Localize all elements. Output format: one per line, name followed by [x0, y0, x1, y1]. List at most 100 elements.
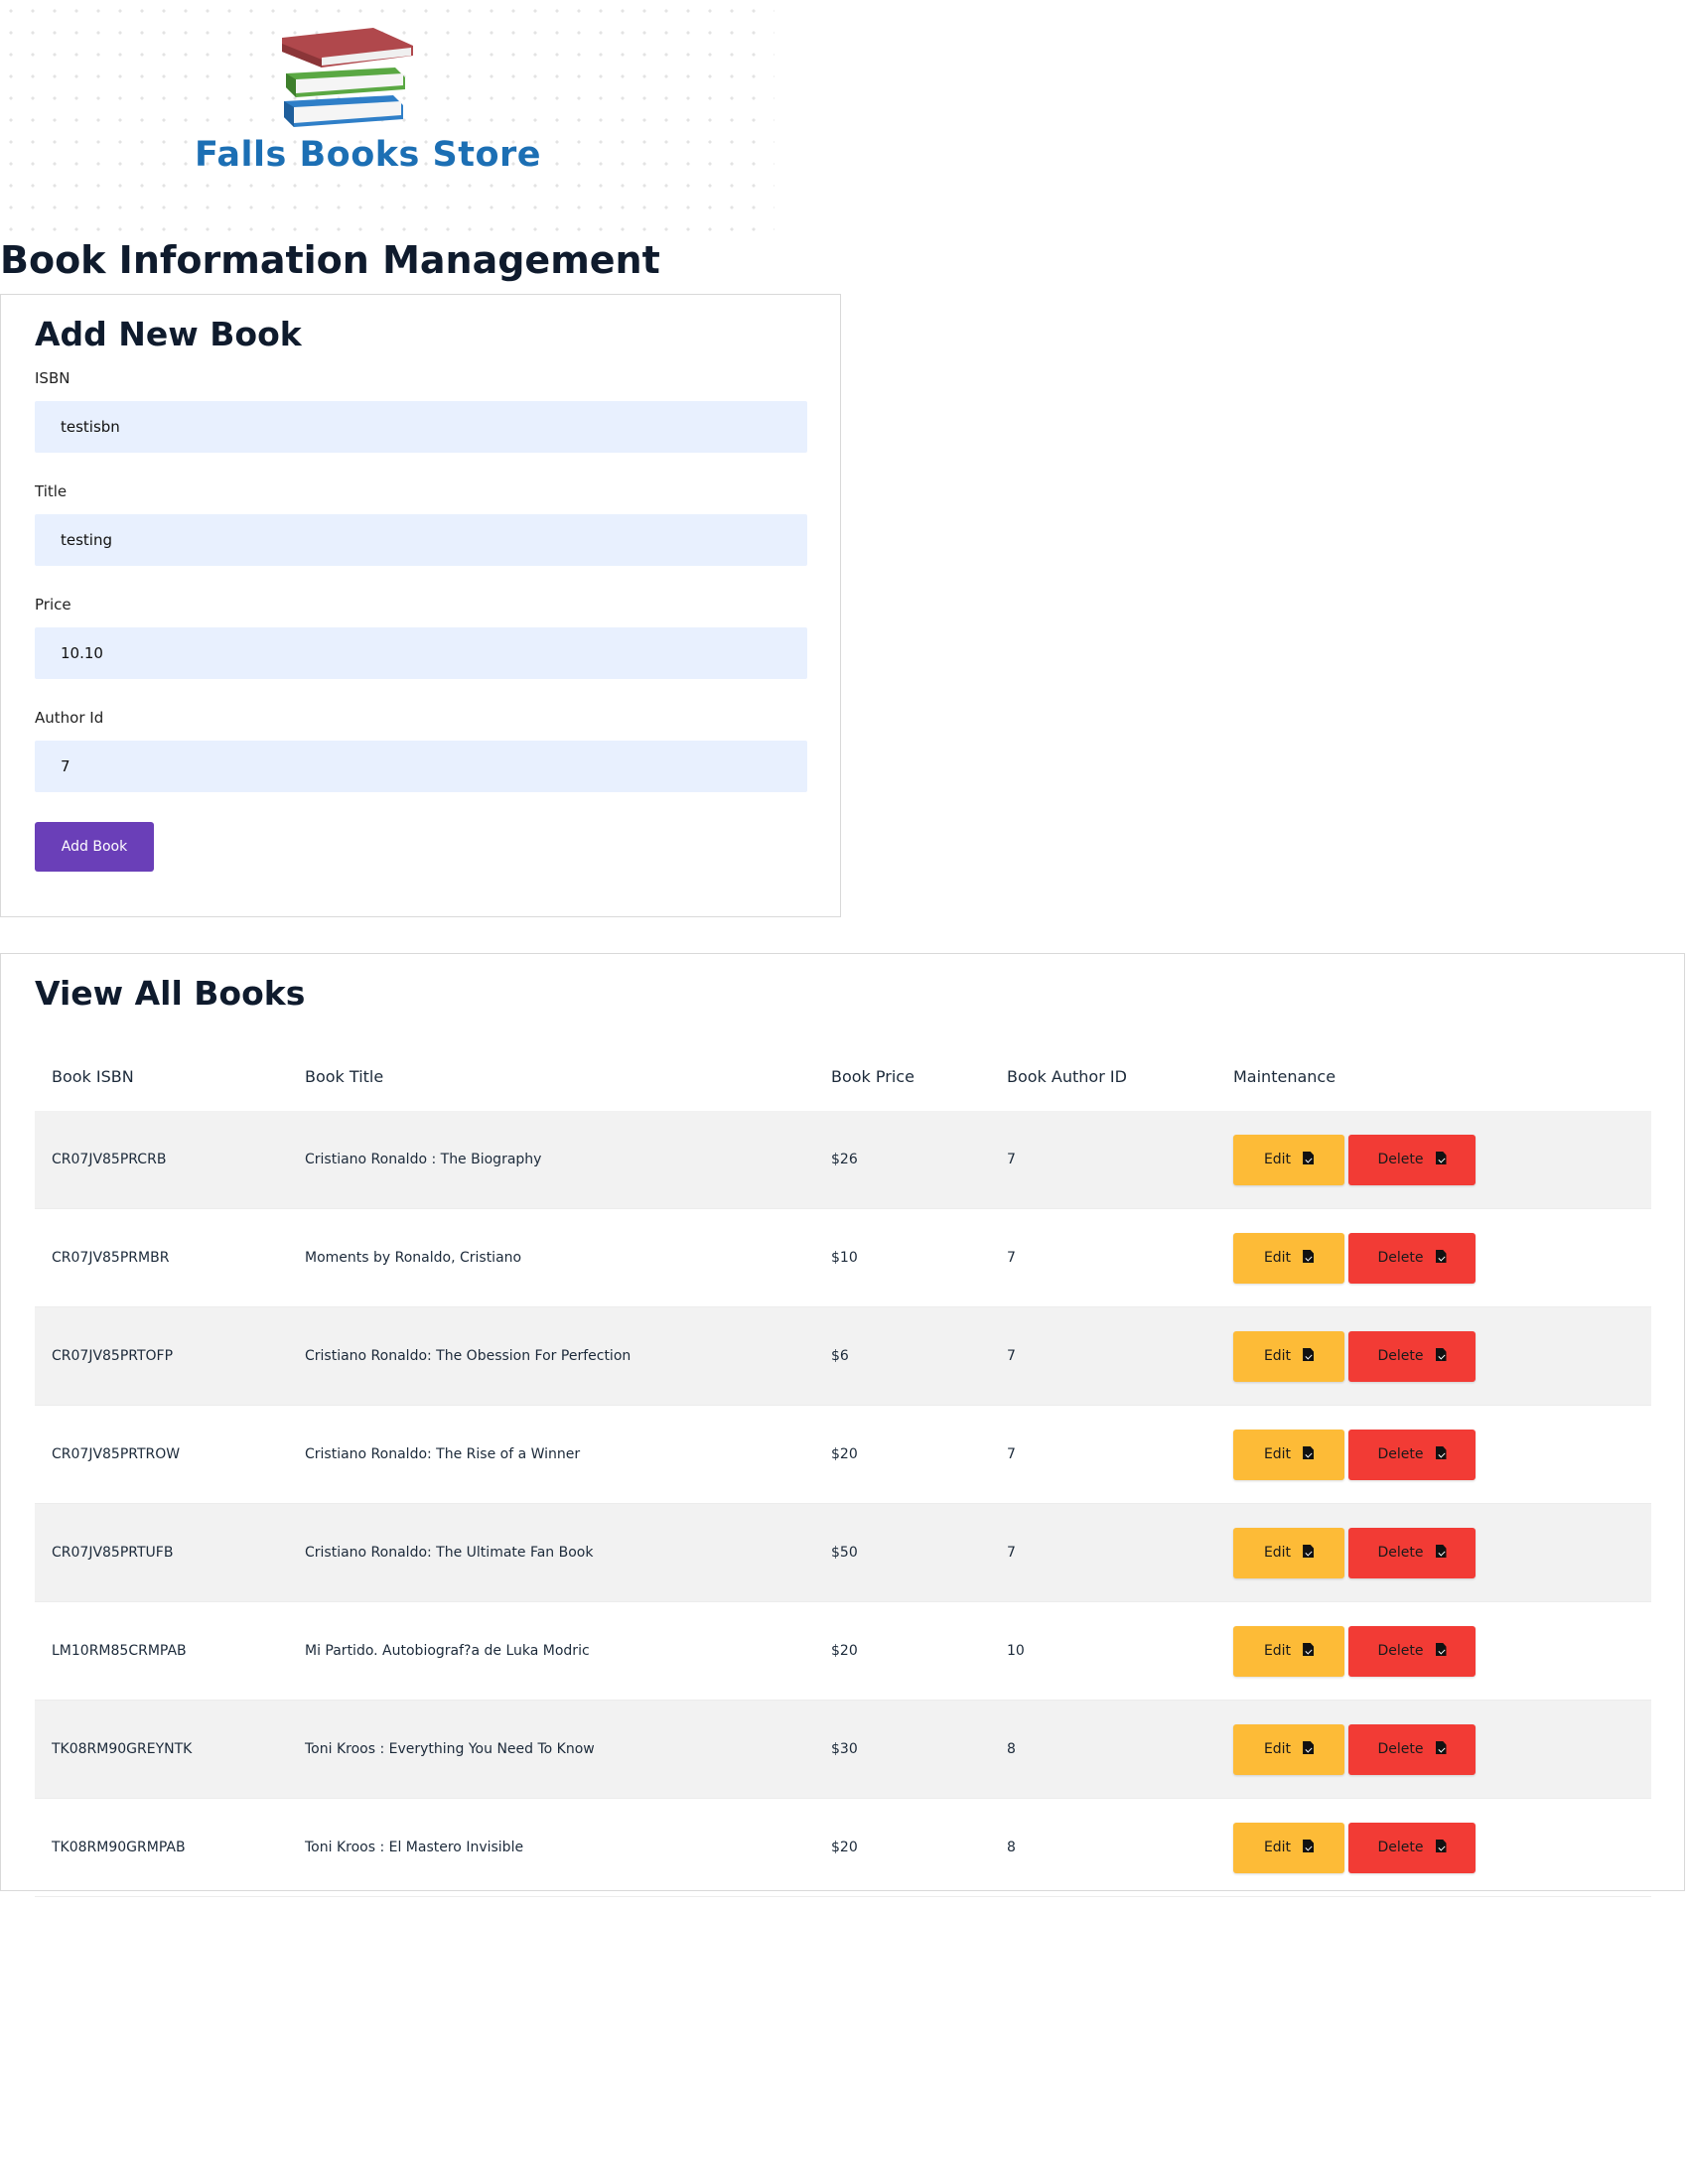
maintenance-cell: Edit Delete	[1216, 1503, 1651, 1602]
book-price-cell: $6	[814, 1306, 990, 1406]
book-isbn-cell: CR07JV85PRMBR	[35, 1208, 288, 1307]
delete-label: Delete	[1377, 1152, 1424, 1167]
document-icon	[1435, 1643, 1447, 1656]
document-icon	[1435, 1840, 1447, 1852]
author-id-input[interactable]	[35, 741, 807, 792]
maintenance-cell: Edit Delete	[1216, 1700, 1651, 1799]
document-icon	[1303, 1643, 1315, 1656]
delete-book-button[interactable]: Delete	[1348, 1822, 1476, 1873]
edit-label: Edit	[1263, 1348, 1292, 1364]
column-header-price: Book Price	[831, 1066, 914, 1086]
author-id-label: Author Id	[35, 709, 104, 727]
book-title-cell: Cristiano Ronaldo : The Biography	[288, 1111, 814, 1209]
book-price-cell: $30	[814, 1700, 990, 1799]
books-stack-logo-icon	[282, 28, 413, 127]
edit-label: Edit	[1263, 1643, 1292, 1659]
add-book-card: Add New Book ISBN Title Price Author Id …	[0, 294, 841, 917]
book-title-cell: Cristiano Ronaldo: The Rise of a Winner	[288, 1405, 814, 1504]
edit-label: Edit	[1263, 1152, 1292, 1167]
delete-label: Delete	[1377, 1446, 1424, 1462]
title-input[interactable]	[35, 514, 807, 566]
add-book-button[interactable]: Add Book	[35, 822, 154, 872]
book-author-id-cell: 8	[990, 1700, 1216, 1799]
document-icon	[1303, 1741, 1315, 1754]
book-title-cell: Mi Partido. Autobiograf?a de Luka Modric	[288, 1601, 814, 1701]
edit-book-button[interactable]: Edit	[1233, 1822, 1344, 1873]
document-icon	[1435, 1250, 1447, 1263]
logo-header: Falls Books Store	[0, 0, 774, 238]
book-isbn-cell: CR07JV85PRTROW	[35, 1405, 288, 1504]
book-author-id-cell: 7	[990, 1208, 1216, 1307]
column-header-isbn: Book ISBN	[52, 1066, 134, 1086]
view-all-books-card: View All Books Book ISBN Book Title Book…	[0, 953, 1685, 1897]
edit-book-button[interactable]: Edit	[1233, 1625, 1344, 1677]
book-price-cell: $20	[814, 1601, 990, 1701]
document-icon	[1435, 1348, 1447, 1361]
maintenance-cell: Edit Delete	[1216, 1405, 1651, 1504]
document-icon	[1303, 1348, 1315, 1361]
table-row: TK08RM90GREYNTK Toni Kroos : Everything Y…	[35, 1700, 1651, 1799]
document-icon	[1435, 1446, 1447, 1459]
edit-book-button[interactable]: Edit	[1233, 1330, 1344, 1382]
edit-book-button[interactable]: Edit	[1233, 1232, 1344, 1284]
price-label: Price	[35, 596, 71, 614]
book-price-cell: $20	[814, 1798, 990, 1897]
table-row: CR07JV85PRTROW Cristiano Ronaldo: The Ris…	[35, 1405, 1651, 1504]
isbn-label: ISBN	[35, 369, 70, 387]
book-author-id-cell: 7	[990, 1111, 1216, 1209]
maintenance-cell: Edit Delete	[1216, 1111, 1651, 1209]
edit-book-button[interactable]: Edit	[1233, 1723, 1344, 1775]
edit-label: Edit	[1263, 1250, 1292, 1266]
table-row: CR07JV85PRCRB Cristiano Ronaldo : The Bio…	[35, 1111, 1651, 1209]
book-isbn-cell: TK08RM90GRMPAB	[35, 1798, 288, 1897]
delete-book-button[interactable]: Delete	[1348, 1723, 1476, 1775]
document-icon	[1435, 1741, 1447, 1754]
delete-book-button[interactable]: Delete	[1348, 1134, 1476, 1185]
delete-book-button[interactable]: Delete	[1348, 1232, 1476, 1284]
maintenance-cell: Edit Delete	[1216, 1208, 1651, 1307]
delete-book-button[interactable]: Delete	[1348, 1527, 1476, 1578]
document-icon	[1303, 1152, 1315, 1164]
brand-name: Falls Books Store	[195, 135, 542, 175]
table-row: LM10RM85CRMPAB Mi Partido. Autobiograf?a …	[35, 1601, 1651, 1701]
book-title-cell: Toni Kroos : El Mastero Invisible	[288, 1798, 814, 1897]
table-row: TK08RM90GRMPAB Toni Kroos : El Mastero In…	[35, 1798, 1651, 1897]
delete-book-button[interactable]: Delete	[1348, 1625, 1476, 1677]
book-author-id-cell: 7	[990, 1503, 1216, 1602]
edit-book-button[interactable]: Edit	[1233, 1527, 1344, 1578]
document-icon	[1303, 1545, 1315, 1558]
document-icon	[1435, 1545, 1447, 1558]
document-icon	[1435, 1152, 1447, 1164]
delete-label: Delete	[1377, 1840, 1424, 1855]
delete-label: Delete	[1377, 1348, 1424, 1364]
edit-label: Edit	[1263, 1840, 1292, 1855]
delete-book-button[interactable]: Delete	[1348, 1429, 1476, 1480]
book-isbn-cell: TK08RM90GREYNTK	[35, 1700, 288, 1799]
column-header-title: Book Title	[305, 1066, 384, 1086]
book-title-cell: Cristiano Ronaldo: The Ultimate Fan Book	[288, 1503, 814, 1602]
maintenance-cell: Edit Delete	[1216, 1601, 1651, 1701]
book-author-id-cell: 10	[990, 1601, 1216, 1701]
title-label: Title	[35, 482, 68, 500]
document-icon	[1303, 1446, 1315, 1459]
isbn-input[interactable]	[35, 401, 807, 453]
document-icon	[1303, 1840, 1315, 1852]
add-book-heading: Add New Book	[35, 315, 302, 353]
delete-book-button[interactable]: Delete	[1348, 1330, 1476, 1382]
edit-book-button[interactable]: Edit	[1233, 1134, 1344, 1185]
column-header-author-id: Book Author ID	[1007, 1066, 1127, 1086]
book-author-id-cell: 8	[990, 1798, 1216, 1897]
edit-book-button[interactable]: Edit	[1233, 1429, 1344, 1480]
book-title-cell: Cristiano Ronaldo: The Obession For Perf…	[288, 1306, 814, 1406]
edit-label: Edit	[1263, 1741, 1292, 1757]
book-author-id-cell: 7	[990, 1405, 1216, 1504]
book-price-cell: $20	[814, 1405, 990, 1504]
price-input[interactable]	[35, 627, 807, 679]
document-icon	[1303, 1250, 1315, 1263]
maintenance-cell: Edit Delete	[1216, 1306, 1651, 1406]
book-author-id-cell: 7	[990, 1306, 1216, 1406]
book-isbn-cell: CR07JV85PRTOFP	[35, 1306, 288, 1406]
books-table: Book ISBN Book Title Book Price Book Aut…	[35, 1041, 1651, 1897]
edit-label: Edit	[1263, 1446, 1292, 1462]
table-row: CR07JV85PRTOFP Cristiano Ronaldo: The Obe…	[35, 1306, 1651, 1406]
